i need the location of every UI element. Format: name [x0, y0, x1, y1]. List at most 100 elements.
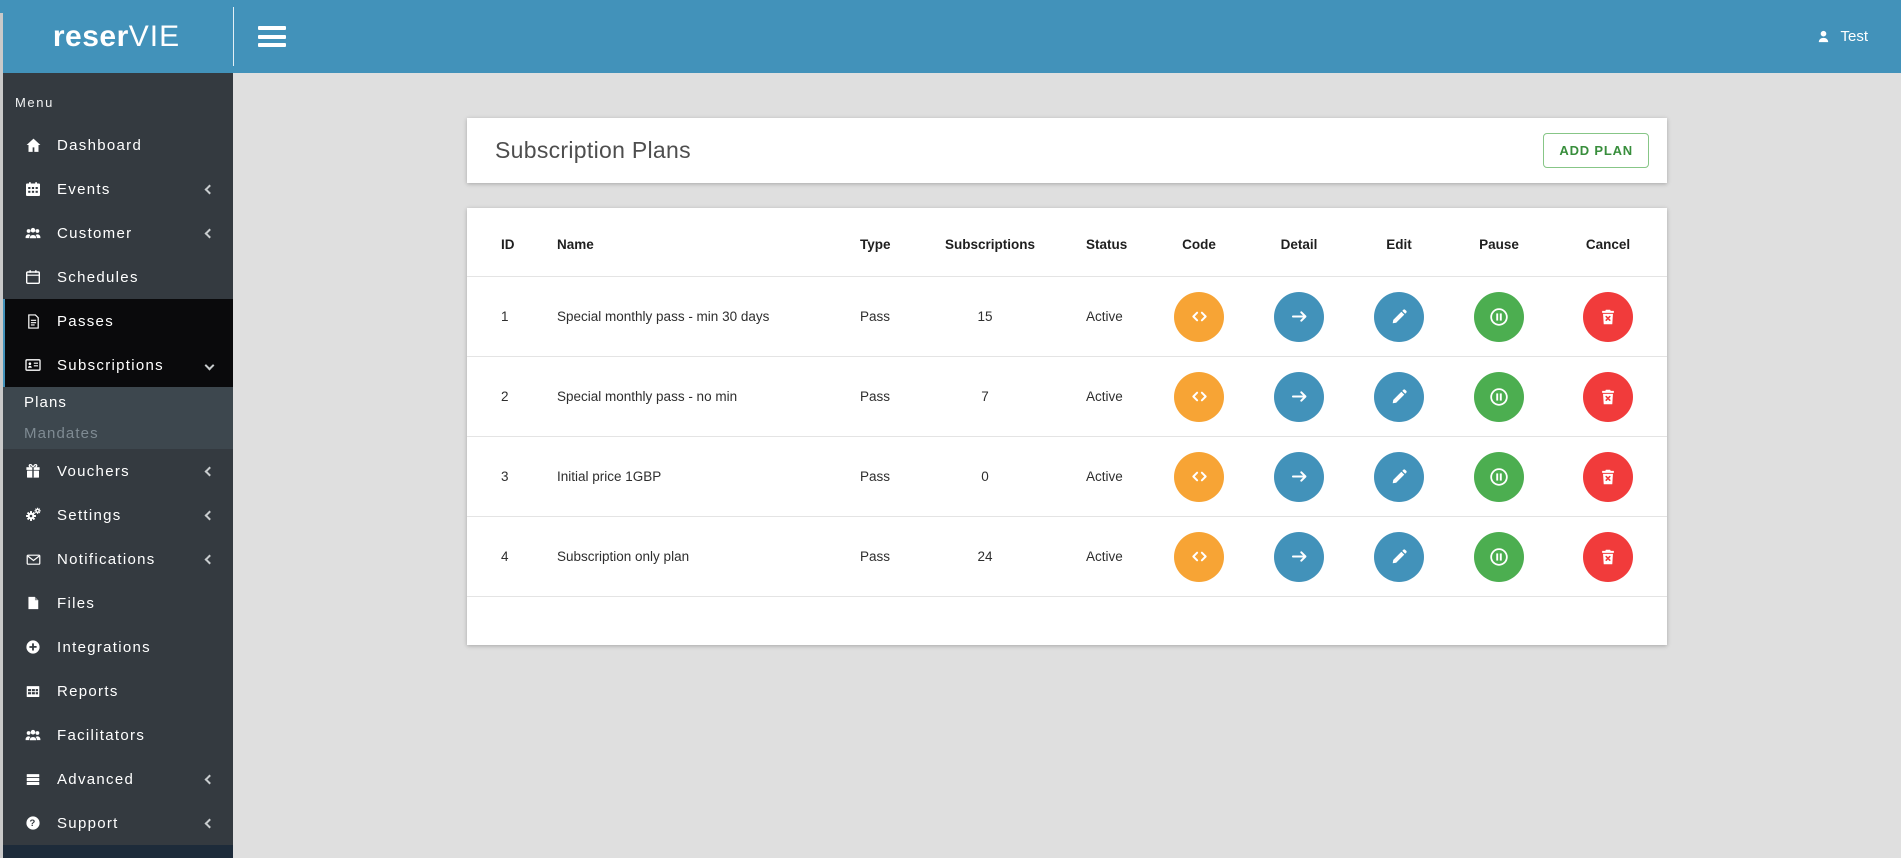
- pause-circle-icon: [1490, 307, 1508, 326]
- arrow-right-icon: [1291, 391, 1306, 402]
- sidebar: Menu Dashboard Events Customer Schedules: [0, 73, 233, 858]
- sidebar-item-events[interactable]: Events: [0, 167, 233, 211]
- submenu-item-plans[interactable]: Plans: [0, 387, 233, 418]
- top-bar: reser VIE Test: [0, 0, 1901, 73]
- code-button[interactable]: [1174, 291, 1224, 342]
- code-button[interactable]: [1174, 451, 1224, 502]
- cell-id: 1: [467, 276, 557, 357]
- home-icon: [24, 137, 42, 154]
- code-icon: [1191, 471, 1207, 482]
- cancel-button[interactable]: [1583, 451, 1633, 502]
- chevron-left-icon: [204, 774, 215, 784]
- page-header-card: Subscription Plans ADD PLAN: [467, 118, 1667, 183]
- add-plan-button[interactable]: ADD PLAN: [1543, 133, 1649, 168]
- submenu-item-label: Plans: [24, 394, 68, 411]
- detail-button[interactable]: [1274, 531, 1324, 582]
- cell-status: Active: [1025, 436, 1149, 517]
- cell-type: Pass: [860, 276, 945, 357]
- chevron-left-icon: [204, 554, 215, 564]
- gift-icon: [24, 463, 42, 480]
- chevron-left-icon: [204, 228, 215, 238]
- trash-icon: [1602, 549, 1614, 564]
- table-row: 1 Special monthly pass - min 30 days Pas…: [467, 276, 1667, 357]
- sidebar-item-label: Advanced: [57, 770, 135, 788]
- window-edge: [0, 13, 3, 858]
- sidebar-item-facilitators[interactable]: Facilitators: [0, 713, 233, 757]
- table-row: 2 Special monthly pass - no min Pass 7 A…: [467, 356, 1667, 437]
- code-icon: [1191, 391, 1207, 402]
- plans-table-card: ID Name Type Subscriptions Status Code D…: [467, 208, 1667, 645]
- arrow-right-icon: [1291, 311, 1306, 322]
- question-circle-icon: ?: [24, 815, 42, 832]
- col-edit: Edit: [1349, 208, 1449, 277]
- sidebar-item-label: Files: [57, 594, 96, 612]
- code-button[interactable]: [1174, 531, 1224, 582]
- sidebar-item-label: Customer: [57, 224, 133, 242]
- cancel-button[interactable]: [1583, 371, 1633, 422]
- id-card-icon: [24, 357, 42, 374]
- table-icon: [24, 683, 42, 700]
- pause-button[interactable]: [1474, 291, 1524, 342]
- code-icon: [1191, 311, 1207, 322]
- sidebar-item-subscriptions[interactable]: Subscriptions: [5, 343, 233, 387]
- cell-type: Pass: [860, 356, 945, 437]
- detail-button[interactable]: [1274, 291, 1324, 342]
- sidebar-item-label: Events: [57, 180, 111, 198]
- sidebar-item-customer[interactable]: Customer: [0, 211, 233, 255]
- submenu-item-mandates[interactable]: Mandates: [0, 418, 233, 449]
- calendar-outline-icon: [24, 269, 42, 286]
- col-status: Status: [1025, 208, 1149, 277]
- sidebar-item-schedules[interactable]: Schedules: [0, 255, 233, 299]
- col-type: Type: [860, 208, 945, 277]
- app-logo[interactable]: reser VIE: [0, 0, 233, 73]
- sidebar-item-reports[interactable]: Reports: [0, 669, 233, 713]
- sidebar-item-label: Facilitators: [57, 726, 146, 744]
- cell-subscriptions: 7: [945, 356, 1025, 437]
- sidebar-item-label: Passes: [57, 312, 114, 330]
- cancel-button[interactable]: [1583, 531, 1633, 582]
- user-menu[interactable]: Test: [1816, 0, 1868, 73]
- pencil-icon: [1392, 388, 1407, 403]
- cancel-button[interactable]: [1583, 291, 1633, 342]
- sidebar-item-dashboard[interactable]: Dashboard: [0, 123, 233, 167]
- detail-button[interactable]: [1274, 371, 1324, 422]
- sidebar-item-files[interactable]: Files: [0, 581, 233, 625]
- pause-button[interactable]: [1474, 531, 1524, 582]
- sidebar-item-passes[interactable]: Passes: [5, 299, 233, 343]
- detail-button[interactable]: [1274, 451, 1324, 502]
- sidebar-item-notifications[interactable]: Notifications: [0, 537, 233, 581]
- col-name: Name: [557, 208, 860, 277]
- cell-subscriptions: 0: [945, 436, 1025, 517]
- sidebar-item-support[interactable]: ? Support: [0, 801, 233, 845]
- edit-button[interactable]: [1374, 291, 1424, 342]
- table-row: 4 Subscription only plan Pass 24 Active: [467, 516, 1667, 597]
- pause-button[interactable]: [1474, 371, 1524, 422]
- hamburger-menu-icon[interactable]: [258, 26, 286, 47]
- code-button[interactable]: [1174, 371, 1224, 422]
- active-section: Passes Subscriptions: [0, 299, 233, 387]
- edit-button[interactable]: [1374, 371, 1424, 422]
- edit-button[interactable]: [1374, 451, 1424, 502]
- cell-id: 3: [467, 436, 557, 517]
- trash-icon: [1602, 389, 1614, 404]
- sidebar-item-advanced[interactable]: Advanced: [0, 757, 233, 801]
- users-icon: [24, 727, 42, 744]
- cell-id: 4: [467, 516, 557, 597]
- cogs-icon: [24, 507, 42, 524]
- col-pause: Pause: [1449, 208, 1549, 277]
- pencil-icon: [1392, 308, 1407, 323]
- sidebar-item-label: Notifications: [57, 550, 156, 568]
- logo-thin-text: VIE: [128, 19, 181, 53]
- pause-button[interactable]: [1474, 451, 1524, 502]
- user-name: Test: [1840, 28, 1868, 45]
- sidebar-item-settings[interactable]: Settings: [0, 493, 233, 537]
- sidebar-item-vouchers[interactable]: Vouchers: [0, 449, 233, 493]
- col-detail: Detail: [1249, 208, 1349, 277]
- person-icon: [1819, 30, 1829, 43]
- sidebar-item-integrations[interactable]: Integrations: [0, 625, 233, 669]
- users-icon: [24, 225, 42, 242]
- edit-button[interactable]: [1374, 531, 1424, 582]
- topbar-divider: [233, 7, 234, 66]
- cell-status: Active: [1025, 276, 1149, 357]
- cell-name: Initial price 1GBP: [557, 436, 860, 517]
